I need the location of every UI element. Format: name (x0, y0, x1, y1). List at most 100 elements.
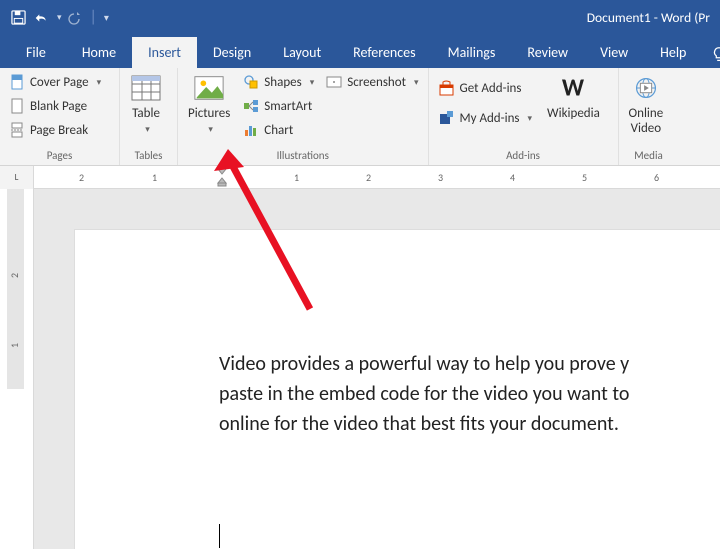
group-media-label: Media (623, 147, 675, 165)
group-tables-label: Tables (124, 147, 173, 165)
my-addins-button[interactable]: My Add-ins ▾ (433, 106, 538, 130)
undo-button[interactable] (30, 4, 54, 32)
ruler-tick: 1 (152, 171, 157, 184)
cover-page-label: Cover Page (30, 75, 89, 90)
ruler-tick: 1 (8, 343, 21, 348)
wikipedia-label: Wikipedia (547, 106, 600, 121)
work-area: 2 1 Video provides a powerful way to hel… (0, 189, 720, 549)
get-addins-label: Get Add-ins (460, 81, 522, 96)
tab-mailings[interactable]: Mailings (432, 37, 512, 68)
tell-me-button[interactable] (702, 40, 720, 68)
ruler-tick: 1 (294, 171, 299, 184)
group-addins: Get Add-ins My Add-ins ▾ W Wikipedia Add… (429, 68, 619, 165)
chevron-down-icon: ▾ (97, 77, 102, 88)
document-title: Document1 - Word (Pr (587, 9, 710, 26)
page-break-icon (9, 122, 25, 138)
tab-insert[interactable]: Insert (132, 37, 197, 68)
cover-page-button[interactable]: Cover Page ▾ (4, 70, 106, 94)
cover-page-icon (9, 74, 25, 90)
tab-file[interactable]: File (6, 37, 66, 68)
tab-design[interactable]: Design (197, 37, 267, 68)
ribbon: Cover Page ▾ Blank Page Page Break Pages (0, 68, 720, 166)
indent-marker-icon[interactable] (216, 166, 232, 188)
page-break-button[interactable]: Page Break (4, 118, 106, 142)
lightbulb-icon (710, 46, 720, 64)
wikipedia-button[interactable]: W Wikipedia (541, 70, 606, 146)
ruler-tick: 2 (79, 171, 84, 184)
screenshot-icon (326, 74, 342, 90)
blank-page-button[interactable]: Blank Page (4, 94, 106, 118)
pictures-icon (193, 72, 225, 104)
text-cursor (219, 524, 220, 548)
smartart-label: SmartArt (264, 99, 312, 114)
chevron-down-icon: ▾ (528, 113, 533, 124)
chevron-down-icon: ▾ (145, 124, 150, 135)
group-illustrations-label: Illustrations (182, 147, 424, 165)
ruler-row: L 2 1 1 2 3 4 5 6 (0, 166, 720, 189)
pictures-button[interactable]: Pictures ▾ (182, 70, 236, 146)
quick-access-toolbar: ▾ | ▾ (6, 4, 109, 32)
addins-icon (438, 110, 455, 127)
wikipedia-icon: W (557, 72, 589, 104)
redo-button[interactable] (62, 4, 86, 32)
shapes-label: Shapes (264, 75, 301, 90)
tab-view[interactable]: View (584, 37, 644, 68)
group-pages: Cover Page ▾ Blank Page Page Break Pages (0, 68, 120, 165)
chart-button[interactable]: Chart (238, 118, 319, 142)
chart-label: Chart (264, 123, 293, 138)
screenshot-button[interactable]: Screenshot ▾ (321, 70, 423, 94)
get-addins-button[interactable]: Get Add-ins (433, 76, 538, 100)
tab-help[interactable]: Help (644, 37, 702, 68)
tab-review[interactable]: Review (511, 37, 584, 68)
text-line: online for the video that best fits your… (219, 409, 720, 439)
tab-home[interactable]: Home (66, 37, 132, 68)
online-video-label: Online Video (629, 106, 664, 136)
vertical-ruler[interactable]: 2 1 (0, 189, 34, 549)
ruler-tick: 2 (366, 171, 371, 184)
blank-page-icon (9, 98, 25, 114)
title-bar: ▾ | ▾ Document1 - Word (Pr (0, 0, 720, 35)
qat-customize-icon[interactable]: ▾ (104, 11, 109, 24)
group-addins-label: Add-ins (433, 147, 614, 165)
table-button[interactable]: Table ▾ (124, 70, 168, 146)
text-line: paste in the embed code for the video yo… (219, 379, 720, 409)
ruler-corner: L (0, 166, 34, 189)
chart-icon (243, 122, 259, 138)
save-button[interactable] (6, 4, 30, 32)
ruler-tick: 3 (438, 171, 443, 184)
ruler-tick: 5 (582, 171, 587, 184)
table-label: Table (132, 106, 160, 121)
shapes-button[interactable]: Shapes ▾ (238, 70, 319, 94)
smartart-icon (243, 98, 259, 114)
chevron-down-icon: ▾ (310, 77, 315, 88)
ribbon-tab-strip: File Home Insert Design Layout Reference… (0, 35, 720, 68)
group-media: Online Video Media (619, 68, 679, 165)
ruler-tick: 2 (8, 273, 21, 278)
online-video-button[interactable]: Online Video (623, 70, 670, 146)
shapes-icon (243, 74, 259, 90)
text-line: Video provides a powerful way to help yo… (219, 349, 720, 379)
chevron-down-icon: ▾ (208, 124, 213, 135)
table-icon (130, 72, 162, 104)
blank-page-label: Blank Page (30, 99, 87, 114)
svg-text:W: W (562, 74, 585, 102)
page-break-label: Page Break (30, 123, 88, 138)
my-addins-label: My Add-ins (460, 111, 520, 126)
screenshot-label: Screenshot (347, 75, 406, 90)
ruler-tick: 6 (654, 171, 659, 184)
pictures-label: Pictures (188, 106, 230, 121)
ruler-tick: 4 (510, 171, 515, 184)
group-illustrations: Pictures ▾ Shapes ▾ SmartArt Chart (178, 68, 429, 165)
online-video-icon (630, 72, 662, 104)
group-pages-label: Pages (4, 147, 115, 165)
smartart-button[interactable]: SmartArt (238, 94, 319, 118)
qat-separator: | (90, 8, 97, 27)
chevron-down-icon: ▾ (414, 77, 419, 88)
tab-layout[interactable]: Layout (267, 37, 337, 68)
horizontal-ruler[interactable]: 2 1 1 2 3 4 5 6 (34, 166, 720, 188)
tab-references[interactable]: References (337, 37, 431, 68)
group-tables: Table ▾ Tables (120, 68, 178, 165)
store-icon (438, 80, 455, 97)
document-canvas[interactable]: Video provides a powerful way to help yo… (34, 189, 720, 549)
document-body-text[interactable]: Video provides a powerful way to help yo… (219, 349, 720, 439)
